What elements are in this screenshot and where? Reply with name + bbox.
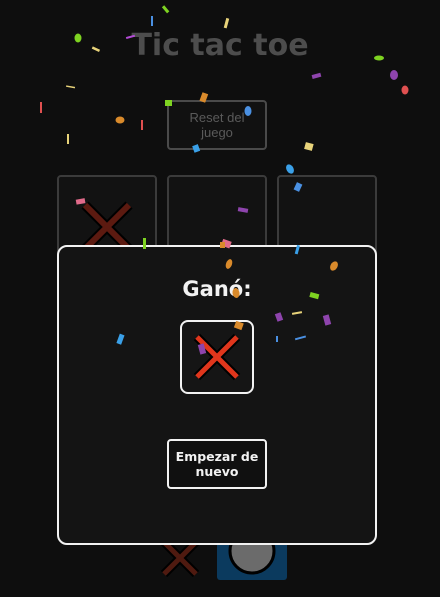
game-title: Tic tac toe (131, 28, 309, 63)
x-mark-icon (193, 333, 241, 381)
board-cell-o[interactable] (217, 527, 287, 580)
game-page: Tic tac toe Reset del juego Ganó: Empeza… (0, 0, 440, 597)
restart-button[interactable]: Empezar de nuevo (167, 439, 267, 489)
winner-modal: Ganó: Empezar de nuevo (57, 245, 377, 545)
reset-game-button[interactable]: Reset del juego (167, 100, 267, 150)
winner-label: Ganó: (182, 277, 252, 301)
winner-mark-box (180, 320, 254, 394)
